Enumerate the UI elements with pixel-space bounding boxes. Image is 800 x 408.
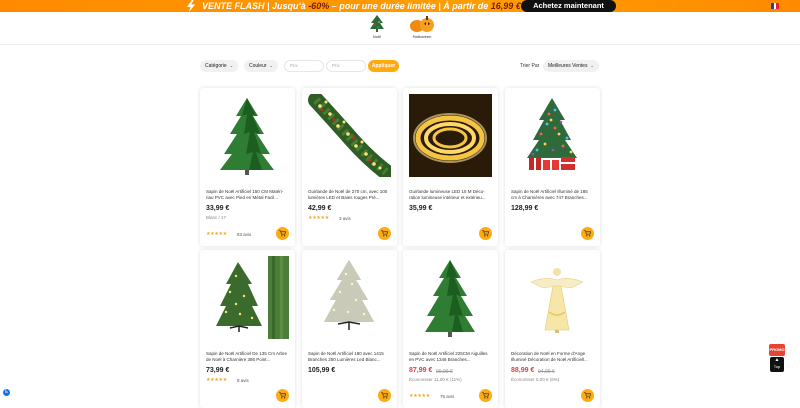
cart-icon [279,230,286,237]
cart-icon [584,392,591,399]
rating-stars: ★★★★★ [409,393,430,399]
price-max-input[interactable]: Prix [326,60,366,72]
cart-icon [279,392,286,399]
add-to-cart-button[interactable] [479,227,492,240]
chevron-down-icon: ⌄ [269,63,273,68]
product-image[interactable] [308,94,391,177]
add-to-cart-button[interactable] [581,389,594,402]
product-price: 73,99 € [206,367,230,374]
category-label: Noël [372,34,382,39]
christmas-tree-icon [370,15,384,32]
apply-filters-button[interactable]: Appliquer [368,60,399,72]
rating-stars: ★★★★★ [308,215,329,221]
shop-now-button[interactable]: Achetez maintenant [521,0,616,12]
category-filter-label: Catégorie [205,63,227,69]
flash-sale-banner[interactable]: VENTE FLASH | Jusqu'à -60% – pour une du… [0,0,800,12]
product-card[interactable]: Sapin de Noël Artificiel 180 avec 1415 B… [302,250,397,408]
add-to-cart-button[interactable] [378,227,391,240]
review-count: 75 avis [440,393,455,399]
add-to-cart-button[interactable] [479,389,492,402]
back-to-top-label: Top [773,364,781,369]
product-image[interactable] [511,94,594,177]
product-image[interactable] [409,94,492,177]
accessibility-icon[interactable]: ♿ [3,389,10,396]
product-image[interactable] [206,94,289,177]
review-count: 83 avis [237,231,252,237]
product-price: 105,99 € [308,367,336,374]
product-price: 42,99 € [308,205,332,212]
product-title[interactable]: Sapin de Noël Artificiel 225CM Ai­guille… [409,351,492,363]
product-card[interactable]: Sapin de Noël Artificiel 150 CM Matéri­r… [200,88,295,246]
add-to-cart-button[interactable] [276,389,289,402]
arrow-up-icon: ▲ [774,357,780,363]
cart-icon [482,392,489,399]
product-card[interactable]: Guirlande lumineuse LED 15 M Déco­ration… [403,88,498,246]
original-price: 99,99 € [436,368,453,375]
review-count: 8 avis [237,377,249,383]
product-card[interactable]: Sapin de Noël Artificiel Illuminé de 185… [505,88,600,246]
rating-stars: ★★★★★ [206,231,227,237]
add-to-cart-button[interactable] [276,227,289,240]
product-title[interactable]: Sapin de Noël Artificiel Illuminé de 185… [511,189,594,201]
price-max-placeholder: Prix [332,63,340,68]
product-title[interactable]: Sapin de Noël Artificiel 150 CM Matéri­r… [206,189,289,201]
product-image[interactable] [409,256,492,339]
product-image[interactable] [206,256,289,339]
rating-stars: ★★★★★ [206,377,227,383]
category-filter-dropdown[interactable]: Catégorie ⌄ [200,60,239,72]
price-min-placeholder: Prix [290,63,298,68]
price-min-input[interactable]: Prix [284,60,324,72]
product-title[interactable]: Sapin de Noël Artificiel 180 avec 1415 B… [308,351,391,363]
product-card[interactable]: Décoration de Noël en Forme d'Ange Illum… [505,250,600,408]
category-halloween[interactable]: Halloween [409,14,435,39]
pumpkin-icon [410,16,434,32]
flash-label: VENTE FLASH [202,1,265,11]
sort-label: Trier Par [520,63,540,69]
product-title[interactable]: Décoration de Noël en Forme d'Ange Illum… [511,351,594,363]
back-to-top-button[interactable]: ▲ Top [770,357,784,372]
add-to-cart-button[interactable] [378,389,391,402]
chevron-down-icon: ⌄ [590,63,594,68]
lightning-icon [187,0,195,12]
banner-sep: | Jusqu'à [264,1,309,11]
product-card[interactable]: Sapin de Noël Artificiel De 135 Cm Arbre… [200,250,295,408]
add-to-cart-button[interactable] [581,227,594,240]
banner-from-price: 16,99 € [490,1,521,11]
product-variant: Blanc / 17 [206,215,227,220]
product-title[interactable]: Guirlande lumineuse LED 15 M Déco­ration… [409,189,492,201]
product-image[interactable] [511,256,594,339]
product-price: 128,99 € [511,205,539,212]
promo-tab[interactable]: PROMO [769,344,785,356]
review-count: 3 avis [339,215,351,221]
savings-text: Économiser 6,00 € (6%) [511,377,560,382]
original-price: 94,99 € [538,368,555,375]
color-filter-dropdown[interactable]: Couleur ⌄ [244,60,278,72]
product-price: 87,99 € [409,367,433,374]
banner-middle: – pour une durée limitée | À partir de [329,1,491,11]
chevron-down-icon: ⌄ [229,63,234,68]
product-card[interactable]: Guirlande de Noël de 270 cm, avec 100 lu… [302,88,397,246]
category-noel[interactable]: Noël [369,14,385,39]
cart-icon [482,230,489,237]
sort-dropdown[interactable]: Meilleures Ventes ⌄ [543,60,599,72]
category-label: Halloween [412,34,432,39]
cart-icon [584,230,591,237]
cart-icon [381,230,388,237]
header-divider [0,44,800,45]
product-card[interactable]: Sapin de Noël Artificiel 225CM Ai­guille… [403,250,498,408]
product-price: 35,99 € [409,205,433,212]
banner-discount: -60% [308,1,330,11]
product-image[interactable] [308,256,391,339]
savings-text: Économiser 11,00 € (11%) [409,377,462,382]
color-filter-label: Couleur [249,63,267,69]
product-title[interactable]: Sapin de Noël Artificiel De 135 Cm Arbre… [206,351,289,363]
banner-text: VENTE FLASH | Jusqu'à -60% – pour une du… [202,0,521,12]
product-title[interactable]: Guirlande de Noël de 270 cm, avec 100 lu… [308,189,391,201]
product-price: 88,99 € [511,367,535,374]
cart-icon [381,392,388,399]
french-flag-icon[interactable] [771,3,780,9]
product-price: 33,99 € [206,205,230,212]
sort-value: Meilleures Ventes [548,63,588,69]
